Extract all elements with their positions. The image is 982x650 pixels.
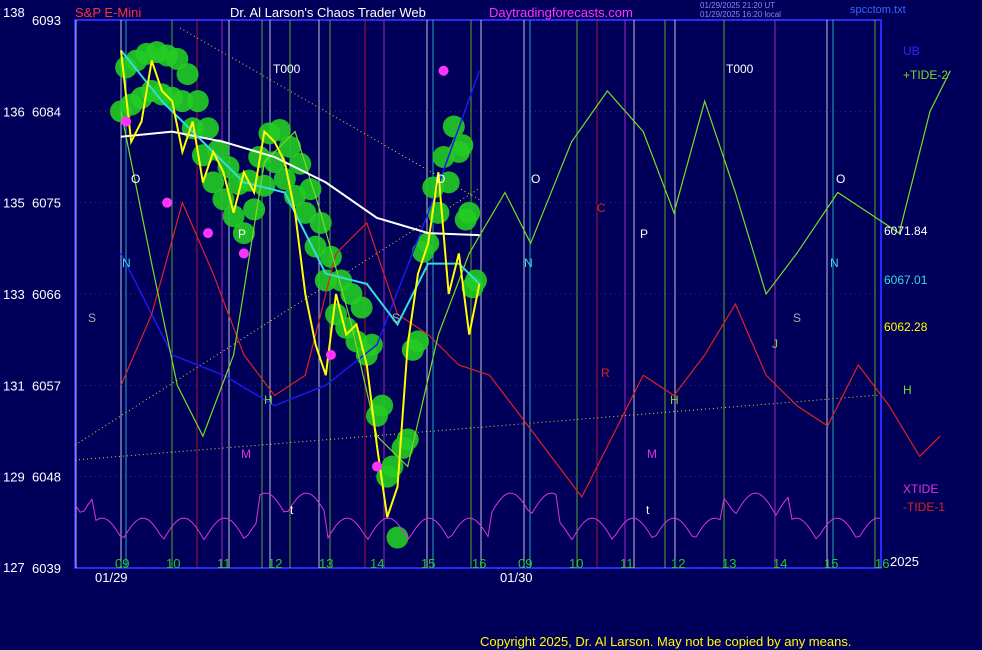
tide-tick-label: 131 xyxy=(3,378,25,393)
right-label: 6062.28 xyxy=(884,320,928,334)
year-label: 2025 xyxy=(890,554,919,569)
chart-annotation: P xyxy=(640,227,648,241)
x-tick-label: 12 xyxy=(671,556,685,571)
right-label: XTIDE xyxy=(903,482,938,496)
price-tick-label: 6048 xyxy=(32,470,61,485)
data-filename: spcctom.txt xyxy=(850,4,906,16)
price-tick-label: 6066 xyxy=(32,287,61,302)
right-label: UB xyxy=(903,44,920,58)
momentum-bubble xyxy=(371,394,394,417)
x-tick-label: 15 xyxy=(824,556,838,571)
price-tick-label: 6093 xyxy=(32,13,61,28)
trend-line xyxy=(74,394,881,461)
tide2-line xyxy=(120,70,951,468)
date-label: 01/29 xyxy=(95,570,128,585)
x-tick-label: 14 xyxy=(773,556,787,571)
tide-tick-label: 127 xyxy=(3,560,25,575)
tide-tick-label: 129 xyxy=(3,470,25,485)
price-tick-label: 6039 xyxy=(32,561,61,576)
momentum-bubble xyxy=(458,201,481,224)
chart-annotation: T000 xyxy=(726,62,754,76)
price-line xyxy=(120,50,481,518)
chart-annotation: R xyxy=(601,366,610,380)
chart-annotation: O xyxy=(531,172,540,186)
turn-marker xyxy=(325,349,336,360)
x-tick-label: 11 xyxy=(217,556,231,571)
momentum-bubble xyxy=(386,526,409,549)
tide-tick-label: 136 xyxy=(3,104,25,119)
chart-annotation: N xyxy=(524,256,533,270)
momentum-bubble xyxy=(186,90,209,113)
price-tick-label: 6075 xyxy=(32,196,61,211)
timestamp-local: 01/29/2025 16:20 local xyxy=(700,10,781,19)
x-tick-label: 16 xyxy=(875,556,889,571)
chart-annotation: C xyxy=(597,201,606,215)
chart-annotation: S xyxy=(793,311,801,325)
momentum-bubble xyxy=(350,296,373,319)
price-tick-label: 6084 xyxy=(32,104,61,119)
x-tick-label: 12 xyxy=(268,556,282,571)
chart-annotation: O xyxy=(836,172,845,186)
turn-marker xyxy=(238,248,249,259)
tide-tick-label: 133 xyxy=(3,287,25,302)
momentum-bubble xyxy=(176,63,199,86)
header-symbol: S&P E-Mini xyxy=(75,5,142,20)
x-tick-label: 09 xyxy=(518,556,532,571)
chart-annotation: J xyxy=(772,337,778,351)
chart-annotation: M xyxy=(241,447,251,461)
timestamp-ut: 01/29/2025 21:20 UT xyxy=(700,1,776,10)
right-side-labels: UB +TIDE-2 6071.84 6067.01 6062.28 H XTIDE -TID… xyxy=(884,44,948,514)
copyright-notice: Copyright 2025, Dr. Al Larson. May not b… xyxy=(480,634,852,649)
chart-annotation: S xyxy=(88,311,96,325)
chart-annotation: S xyxy=(392,311,400,325)
chart-annotation: t xyxy=(290,503,294,517)
header-title: Dr. Al Larson's Chaos Trader Web xyxy=(230,5,426,20)
chart-annotation: M xyxy=(647,447,657,461)
turn-marker xyxy=(121,116,132,127)
chart-annotation: H xyxy=(670,393,679,407)
tide-tick-label: 135 xyxy=(3,196,25,211)
x-axis-labels: 09 10 11 12 13 14 15 16 09 10 11 12 13 14 15 16 01/29 01/… xyxy=(95,554,919,585)
x-tick-label: 15 xyxy=(421,556,435,571)
header-site[interactable]: Daytradingforecasts.com xyxy=(489,5,633,20)
trend-line xyxy=(74,187,481,446)
momentum-bubble xyxy=(243,198,266,221)
right-label: 6071.84 xyxy=(884,224,928,238)
right-label: +TIDE-2 xyxy=(903,68,948,82)
momentum-bubbles xyxy=(110,41,487,549)
chart-annotation: P xyxy=(238,227,246,241)
right-label: -TIDE-1 xyxy=(903,500,945,514)
x-tick-label: 13 xyxy=(722,556,736,571)
price-tick-label: 6057 xyxy=(32,378,61,393)
x-tick-label: 14 xyxy=(370,556,384,571)
y-axis-labels: 6039 6048 129 6057 131 6066 133 6075 135 6084 136 6… xyxy=(3,13,61,576)
chart-annotation: t xyxy=(646,503,650,517)
turn-marker xyxy=(203,228,214,239)
x-tick-label: 09 xyxy=(115,556,129,571)
x-tick-label: 11 xyxy=(620,556,634,571)
chart-annotation: N xyxy=(830,256,839,270)
chart-annotation: O xyxy=(131,172,140,186)
chart-annotation: O xyxy=(436,172,445,186)
momentum-bubble xyxy=(197,117,220,140)
turn-marker xyxy=(438,65,449,76)
turn-marker xyxy=(162,197,173,208)
chart-annotation: T000 xyxy=(273,62,301,76)
x-tick-label: 10 xyxy=(166,556,180,571)
x-tick-label: 13 xyxy=(319,556,333,571)
x-tick-label: 10 xyxy=(569,556,583,571)
turn-marker xyxy=(372,461,382,472)
date-label: 01/30 xyxy=(500,570,533,585)
header-symbol-number: 138 xyxy=(3,5,25,20)
chart-annotation: N xyxy=(122,256,131,270)
right-label: H xyxy=(903,383,912,397)
chart-annotation: H xyxy=(264,393,273,407)
chart-canvas: 6039 6048 129 6057 131 6066 133 6075 135 6084 136 6… xyxy=(3,13,951,585)
momentum-bubble xyxy=(309,211,332,234)
right-label: 6067.01 xyxy=(884,273,928,287)
x-tick-label: 16 xyxy=(472,556,486,571)
